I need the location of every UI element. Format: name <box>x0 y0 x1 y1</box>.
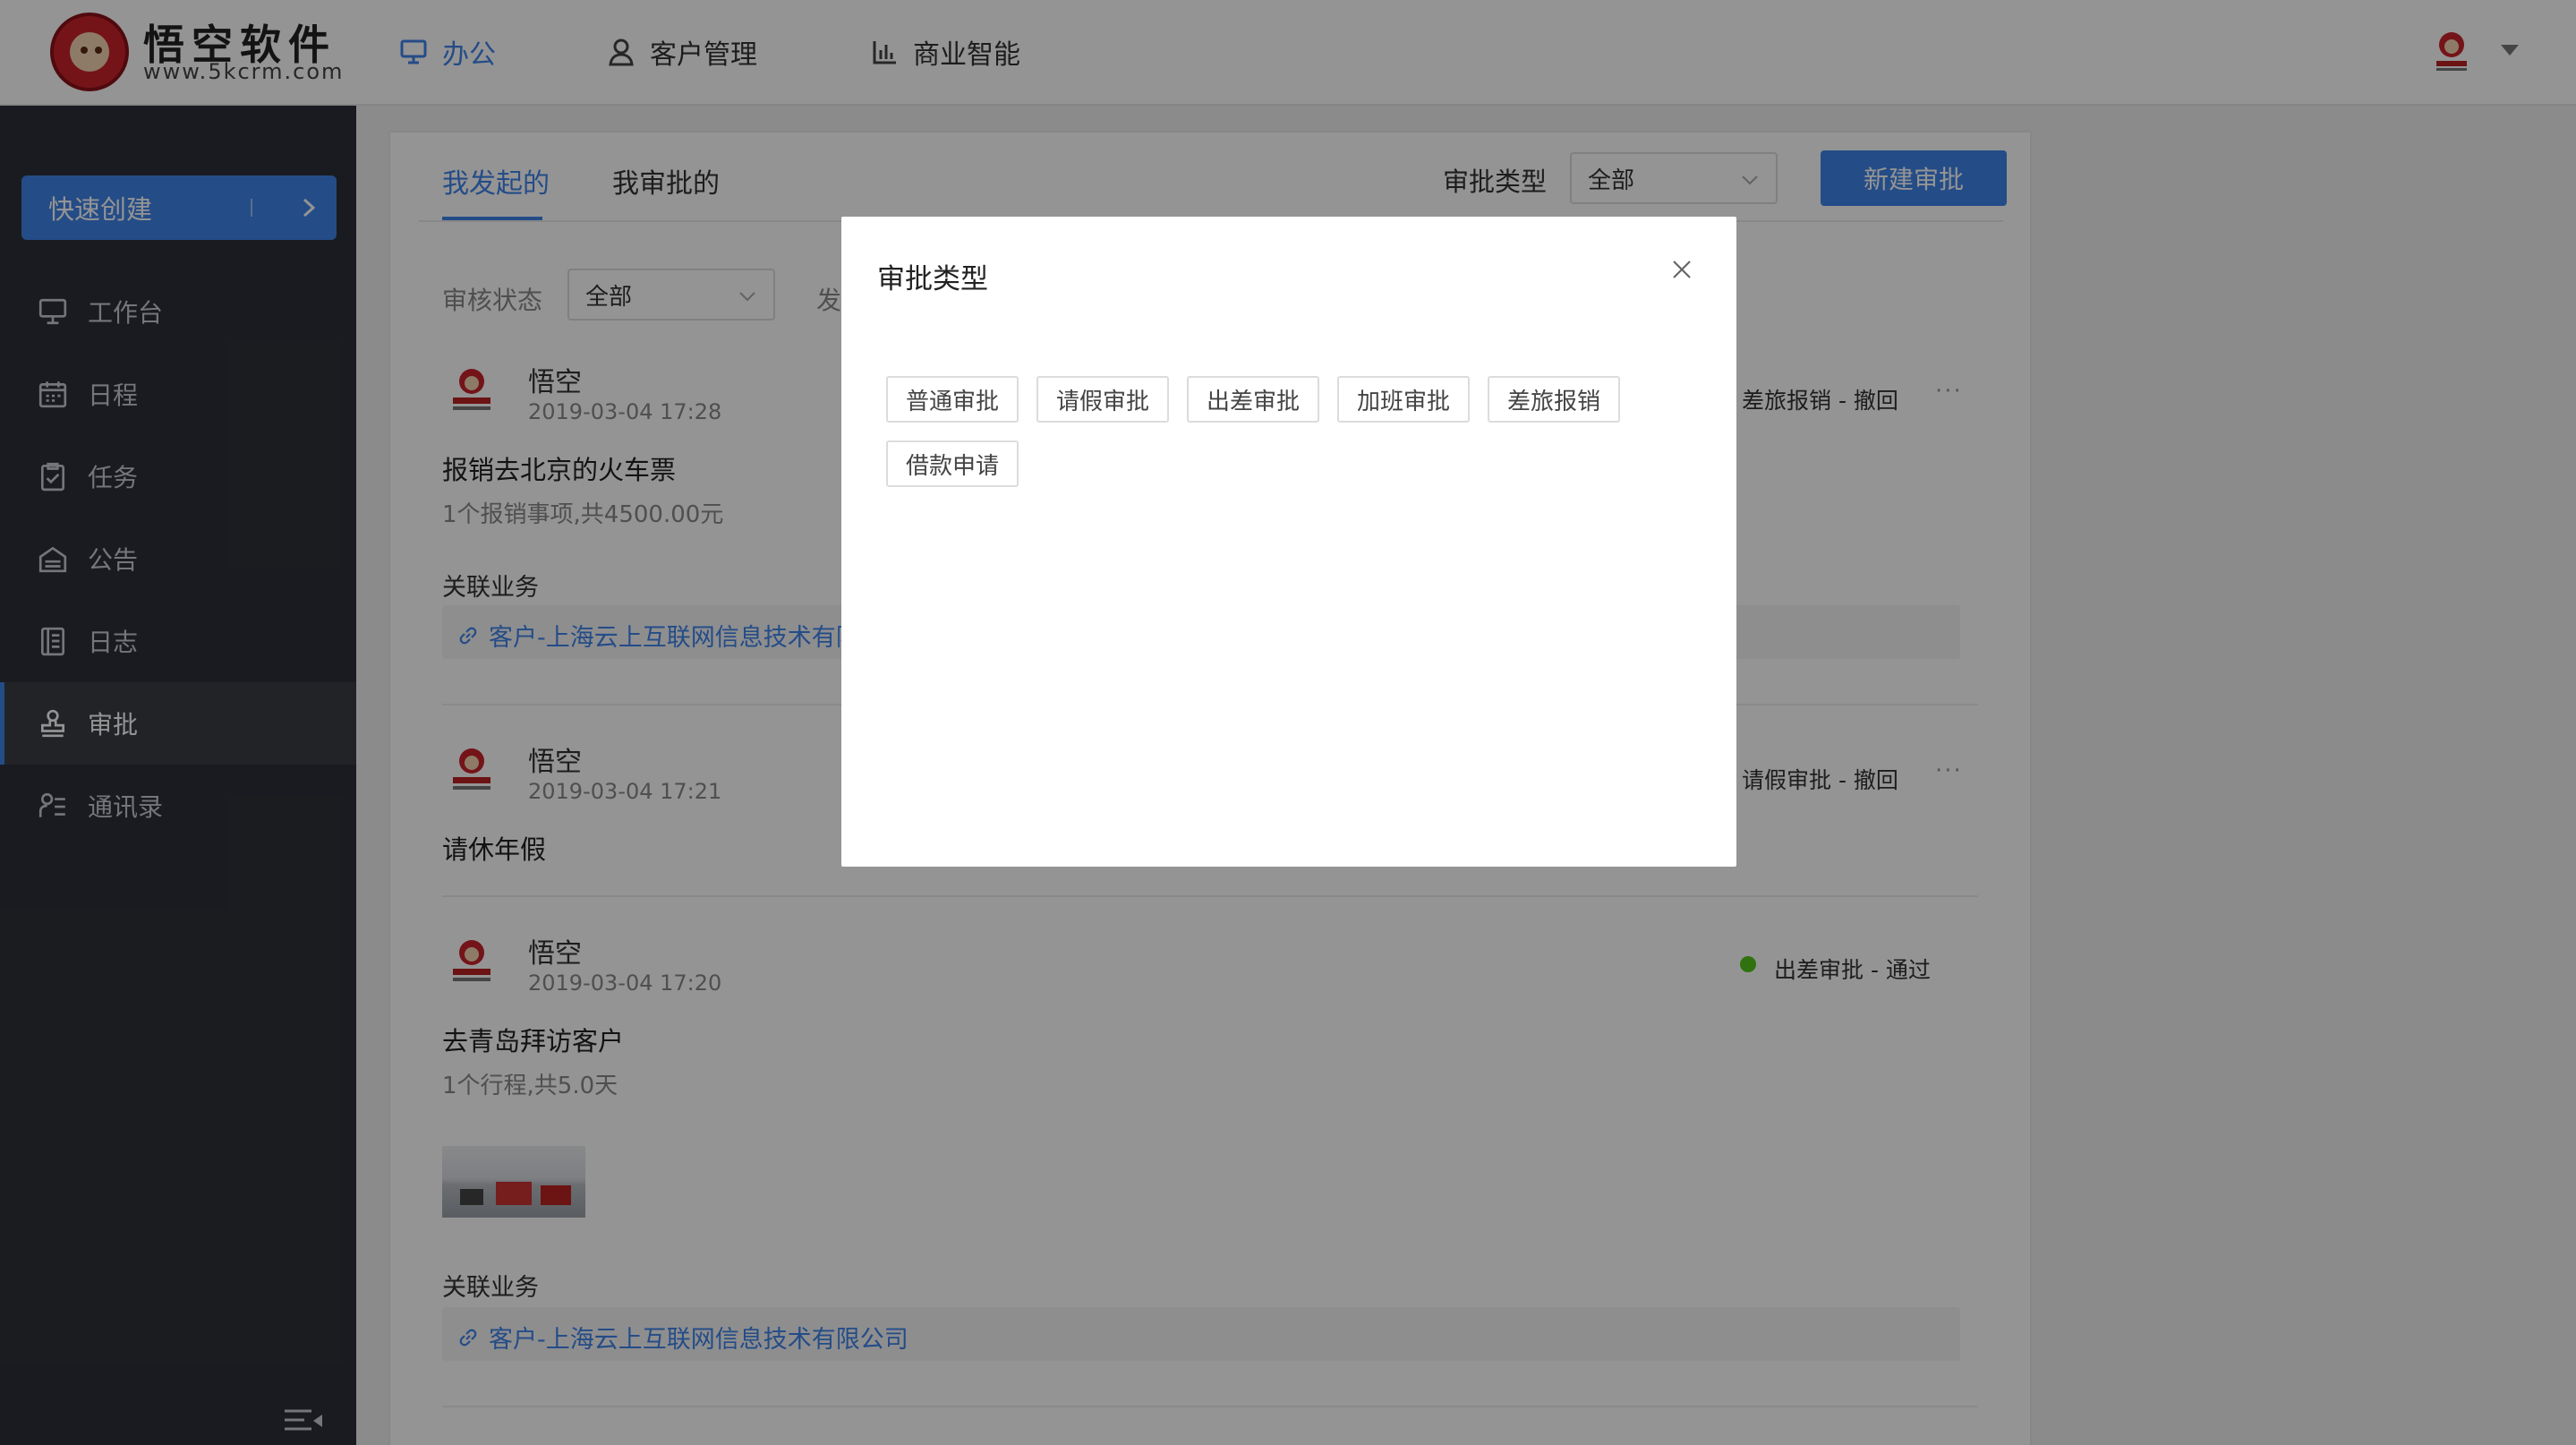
type-button-business-trip[interactable]: 出差审批 <box>1187 376 1319 423</box>
type-button-travel-expense[interactable]: 差旅报销 <box>1488 376 1620 423</box>
type-button-general[interactable]: 普通审批 <box>886 376 1019 423</box>
close-icon[interactable] <box>1668 256 1695 283</box>
approval-type-dialog: 审批类型 普通审批 请假审批 出差审批 加班审批 差旅报销 借款申请 <box>841 217 1736 867</box>
type-button-loan[interactable]: 借款申请 <box>886 440 1019 487</box>
type-button-overtime[interactable]: 加班审批 <box>1337 376 1470 423</box>
type-button-leave[interactable]: 请假审批 <box>1036 376 1169 423</box>
dialog-title: 审批类型 <box>877 263 988 295</box>
